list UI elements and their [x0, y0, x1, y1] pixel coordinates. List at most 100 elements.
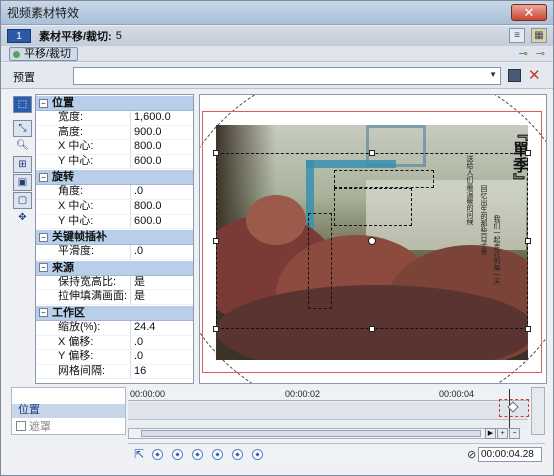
property-value[interactable]: 800.0 — [131, 200, 162, 214]
remove-keyframe-icon[interactable] — [212, 449, 223, 460]
save-preset-icon[interactable] — [508, 69, 521, 82]
property-value[interactable]: .0 — [131, 245, 143, 259]
scroll-right-icon[interactable]: ▶ — [485, 428, 496, 439]
property-name: 保持宽高比: — [36, 275, 131, 290]
remove-plugin-icon[interactable]: ⊸ — [536, 47, 545, 60]
property-row[interactable]: 平滑度: .0 — [36, 245, 193, 260]
property-row[interactable]: 缩放(%): 24.4 — [36, 320, 193, 336]
collapse-toggle-icon[interactable]: − — [39, 232, 48, 242]
scale-about-center-icon[interactable]: ▢ — [13, 192, 32, 209]
property-row[interactable]: X 偏移: .0 — [36, 335, 193, 351]
section-header[interactable]: − 位置 — [36, 95, 193, 111]
property-value[interactable]: .0 — [131, 185, 143, 199]
section-title: 工作区 — [52, 306, 85, 319]
header-count: 5 — [115, 30, 122, 42]
cursor-timecode[interactable]: 00:00:04.28 — [478, 447, 542, 462]
close-button[interactable]: ✕ — [511, 4, 547, 21]
track-position[interactable]: 位置 — [12, 404, 125, 418]
delete-preset-icon[interactable]: ✕ — [528, 66, 541, 84]
preset-dropdown[interactable] — [73, 67, 501, 85]
property-value[interactable]: 900.0 — [131, 126, 162, 140]
property-name: X 中心: — [36, 140, 131, 154]
move-freely-icon[interactable]: ✥ — [13, 210, 32, 227]
last-keyframe-icon[interactable] — [252, 449, 263, 460]
property-value[interactable]: 是 — [131, 290, 145, 304]
section-header[interactable]: − 旋转 — [36, 169, 193, 186]
timeline-horizontal-scrollbar[interactable] — [128, 428, 501, 439]
property-row[interactable]: 拉伸填满画面: 是 — [36, 290, 193, 305]
position-tool-icon[interactable]: ⬚ — [13, 96, 32, 113]
handle-left[interactable] — [213, 238, 219, 244]
property-value[interactable]: 600.0 — [131, 215, 162, 229]
property-value[interactable]: 1,600.0 — [131, 111, 171, 125]
handle-top-left[interactable] — [213, 150, 219, 156]
handle-bottom-right[interactable] — [525, 326, 531, 332]
center-handle[interactable] — [368, 237, 376, 245]
handle-bottom-left[interactable] — [213, 326, 219, 332]
property-value[interactable]: 是 — [131, 276, 145, 290]
next-keyframe-icon[interactable] — [232, 449, 243, 460]
property-value[interactable]: 800.0 — [131, 140, 162, 154]
lock-aspect-icon[interactable]: ▣ — [13, 174, 32, 191]
timeline-track-list: 位置 遮罩 — [11, 387, 126, 435]
preview-canvas[interactable]: 『單季』 送给人们最温暖的问候 回忆出生的那些日子里 我们一起走过的每一天 — [199, 94, 547, 384]
property-name: 网格间隔: — [36, 364, 131, 379]
enable-snapping-icon[interactable]: ⊞ — [13, 156, 32, 173]
handle-top[interactable] — [369, 150, 375, 156]
window-title: 视频素材特效 — [7, 6, 80, 20]
handle-right[interactable] — [525, 238, 531, 244]
property-row[interactable]: 高度: 900.0 — [36, 125, 193, 141]
property-row[interactable]: 角度: .0 — [36, 185, 193, 200]
section-header[interactable]: − 关键帧插补 — [36, 229, 193, 246]
collapse-toggle-icon[interactable]: − — [39, 98, 48, 108]
properties-panel: − 位置 宽度: 1,600.0 高度: 900.0 X 中心: 800.0 Y 中心: 600.… — [35, 94, 194, 384]
property-name: 宽度: — [36, 111, 131, 125]
preset-row: 预置 ✕ — [1, 63, 553, 89]
sync-cursor-icon[interactable]: ⇱ — [134, 447, 144, 461]
property-row[interactable]: 保持宽高比: 是 — [36, 275, 193, 291]
property-row[interactable]: 网格间隔: 16 — [36, 364, 193, 380]
timeline-vertical-scrollbar[interactable] — [531, 387, 545, 435]
normal-edit-icon[interactable]: ⤡ — [13, 120, 32, 137]
frame-f-middle — [334, 188, 412, 226]
property-row[interactable]: Y 中心: 600.0 — [36, 154, 193, 170]
handle-bottom[interactable] — [369, 326, 375, 332]
zoom-in-icon[interactable]: + — [497, 428, 508, 439]
property-name: 角度: — [36, 185, 131, 199]
first-keyframe-icon[interactable] — [152, 449, 163, 460]
property-row[interactable]: Y 中心: 600.0 — [36, 214, 193, 230]
prev-keyframe-icon[interactable] — [172, 449, 183, 460]
list-view-icon[interactable]: ≡ — [509, 28, 525, 43]
property-row[interactable]: X 中心: 800.0 — [36, 140, 193, 155]
scroll-thumb[interactable] — [141, 430, 481, 437]
handle-top-right[interactable] — [525, 150, 531, 156]
pin-icon[interactable]: ⊘ — [467, 448, 476, 461]
property-row[interactable]: Y 偏移: .0 — [36, 350, 193, 365]
chain-item-pan-crop[interactable]: 平移/裁切 — [9, 47, 79, 61]
collapse-toggle-icon[interactable]: − — [39, 263, 48, 273]
keyframe-track[interactable] — [128, 402, 528, 420]
property-value[interactable]: .0 — [131, 336, 143, 350]
grid-view-icon[interactable]: ▦ — [531, 28, 547, 43]
collapse-toggle-icon[interactable]: − — [39, 308, 48, 318]
section-header[interactable]: − 工作区 — [36, 304, 193, 321]
property-value[interactable]: 600.0 — [131, 155, 162, 169]
plugin-chain-icon[interactable]: ⊸ — [519, 47, 528, 60]
header-label: 素材平移/裁切: — [39, 31, 112, 43]
mask-checkbox[interactable] — [16, 421, 26, 431]
property-row[interactable]: X 中心: 800.0 — [36, 199, 193, 215]
add-keyframe-icon[interactable] — [192, 449, 203, 460]
zoom-out-icon[interactable]: − — [509, 428, 520, 439]
property-value[interactable]: 24.4 — [131, 321, 155, 335]
zoom-tool-icon[interactable]: 🔍︎ — [13, 138, 32, 155]
collapse-toggle-icon[interactable]: − — [39, 172, 48, 182]
frame-f-vertical — [308, 213, 332, 309]
property-value[interactable]: .0 — [131, 350, 143, 364]
section-header[interactable]: − 来源 — [36, 259, 193, 276]
property-name: 高度: — [36, 125, 131, 140]
mask-toggle[interactable]: 遮罩 — [16, 418, 51, 434]
property-row[interactable]: 宽度: 1,600.0 — [36, 111, 193, 126]
timeline-ruler[interactable]: 00:00:00 00:00:02 00:00:04 — [128, 387, 528, 401]
section-title: 位置 — [52, 97, 74, 109]
property-value[interactable]: 16 — [131, 365, 146, 379]
